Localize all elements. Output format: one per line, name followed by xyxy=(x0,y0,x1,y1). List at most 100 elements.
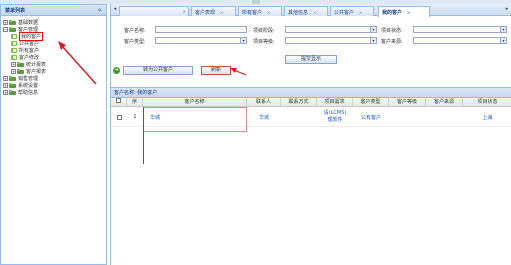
sidebar-title: 菜单列表 xyxy=(5,7,26,14)
tree-item-customer-edit[interactable]: 客户修改 xyxy=(1,54,106,61)
tab-label: 公共客户 xyxy=(334,10,355,16)
tab-close-icon[interactable]: × xyxy=(407,10,410,15)
expand-icon[interactable]: + xyxy=(11,62,16,67)
expand-icon[interactable]: + xyxy=(3,83,8,88)
column-header[interactable]: 项目需求 xyxy=(317,98,353,107)
customer-name-input[interactable] xyxy=(155,26,247,33)
tree-item-label: 公共客户 xyxy=(19,41,40,47)
dropdown-arrow-icon: ▾ xyxy=(370,38,376,43)
tree-item-sales-management[interactable]: + 销售管理 xyxy=(1,75,106,82)
sidebar-header: 菜单列表 « xyxy=(1,5,106,16)
tree-item-stat-reports[interactable]: + 统计报表 xyxy=(1,61,106,68)
tab-close-icon[interactable]: × xyxy=(359,10,362,15)
customer-source-select[interactable]: ▾ xyxy=(413,37,507,44)
refresh-button[interactable]: 刷新 xyxy=(201,66,231,75)
dropdown-arrow-icon: ▾ xyxy=(240,38,246,43)
column-header[interactable]: 客户名称 xyxy=(143,98,247,107)
column-header[interactable]: 客户类型 xyxy=(353,98,389,107)
customer-type-cell[interactable]: 公有客户 xyxy=(353,107,389,127)
tab-scroll-left-icon[interactable]: ◂ xyxy=(112,6,118,14)
expand-icon[interactable]: + xyxy=(3,90,8,95)
row-index: 1 xyxy=(133,114,137,120)
customer-level-cell xyxy=(389,107,426,127)
project-status-label: 项目状态: xyxy=(381,28,403,34)
dropdown-arrow-icon: ▾ xyxy=(500,27,506,32)
tree-item-label: 统计报表 xyxy=(26,62,47,68)
menu-tree: + 基础数据 − 客户管理 我的客户 公共客户 所有客户 客户修改 + 统计报表… xyxy=(1,16,106,96)
tab-other-info[interactable]: 其他信息 × xyxy=(284,6,328,16)
column-header[interactable]: 联系方式 xyxy=(281,98,317,107)
main-panel: ◂ × 客户表现 × 所有客户 × 其他信息 × 公共客户 × 我的客户 × ▸ 客户名称… xyxy=(110,4,511,265)
tree-item-label: 基础数据 xyxy=(18,20,39,26)
select-all-checkbox[interactable] xyxy=(116,98,121,103)
tree-item-customer-reports[interactable]: + 客户报表 xyxy=(1,68,106,75)
sidebar-collapse-icon[interactable]: « xyxy=(97,6,102,14)
tree-item-all-customers[interactable]: 所有客户 xyxy=(1,47,106,54)
tab-my-customers[interactable]: 我的客户 × xyxy=(378,6,430,17)
folder-icon xyxy=(9,27,16,32)
column-header[interactable]: 客户等级 xyxy=(389,98,426,107)
project-stage-select[interactable]: ▾ xyxy=(285,26,377,33)
customer-source-cell xyxy=(426,107,463,127)
folder-icon xyxy=(9,76,16,81)
tab-label: 所有客户 xyxy=(242,10,263,16)
tab-close-icon[interactable]: × xyxy=(267,10,270,15)
tree-item-basic-data[interactable]: + 基础数据 xyxy=(1,19,106,26)
project-stage-label: 项目阶段: xyxy=(253,28,275,34)
expand-icon[interactable]: + xyxy=(3,20,8,25)
tree-item-label: 客户修改 xyxy=(19,55,40,61)
tree-item-label: 所有客户 xyxy=(19,48,40,54)
project-status-cell[interactable]: 上海 xyxy=(463,107,511,127)
project-level-select[interactable]: ▾ xyxy=(285,37,377,44)
grid-title: 客户名称: 我的客户 xyxy=(111,88,511,98)
annotation-highlight-box xyxy=(143,107,247,132)
tab-blank[interactable]: × xyxy=(119,6,189,16)
customer-type-label: 客户类型: xyxy=(124,39,146,45)
expand-icon[interactable]: + xyxy=(11,69,16,74)
customer-type-select[interactable]: ▾ xyxy=(155,37,247,44)
contact-link[interactable]: 华城 xyxy=(247,107,281,127)
tab-close-icon[interactable]: × xyxy=(313,10,316,15)
collapse-icon[interactable]: − xyxy=(3,27,8,32)
row-checkbox[interactable] xyxy=(116,114,122,120)
folder-icon xyxy=(17,62,24,67)
tab-close-icon[interactable]: × xyxy=(220,10,223,15)
folder-icon xyxy=(9,90,16,95)
contact-method-cell xyxy=(281,107,317,127)
column-header[interactable]: 项目状态 xyxy=(463,98,511,107)
submit-button[interactable]: 提交显示 xyxy=(285,55,337,64)
expand-icon[interactable]: + xyxy=(3,76,8,81)
tab-scroll-right-icon[interactable]: ▸ xyxy=(504,6,510,14)
tab-label: 客户表现 xyxy=(195,10,216,16)
tree-item-system-settings[interactable]: + 系统设置 xyxy=(1,82,106,89)
project-status-select[interactable]: ▾ xyxy=(413,26,507,33)
tab-all-customers[interactable]: 所有客户 × xyxy=(238,6,282,16)
folder-icon xyxy=(17,69,24,74)
column-header[interactable]: 序 xyxy=(127,98,143,107)
tree-item-customer-management[interactable]: − 客户管理 xyxy=(1,26,106,33)
select-all-header[interactable] xyxy=(111,98,127,107)
page-icon xyxy=(11,55,17,60)
search-form: 客户名称: 项目阶段: ▾ 项目状态: ▾ 客户类型: ▾ 项目等级: ▾ 客户… xyxy=(111,17,511,87)
project-demand-line: 理软件 xyxy=(327,117,343,123)
project-level-label: 项目等级: xyxy=(253,39,275,45)
dropdown-arrow-icon: ▾ xyxy=(370,27,376,32)
customer-name-label: 客户名称: xyxy=(124,28,146,34)
tree-item-label: 帮助信息 xyxy=(18,90,39,96)
tree-item-label: 销售管理 xyxy=(18,76,39,82)
column-header[interactable]: 联系人 xyxy=(247,98,281,107)
tree-item-help[interactable]: + 帮助信息 xyxy=(1,89,106,96)
tree-item-public-customers[interactable]: 公共客户 xyxy=(1,40,106,47)
tab-customer-performance[interactable]: 客户表现 × xyxy=(191,6,236,16)
column-header[interactable]: 客户来源 xyxy=(426,98,463,107)
tree-item-my-customers[interactable]: 我的客户 xyxy=(1,32,106,41)
tab-close-icon[interactable]: × xyxy=(183,9,186,14)
row-checkbox-cell[interactable] xyxy=(111,107,127,127)
sidebar-panel: 菜单列表 « + 基础数据 − 客户管理 我的客户 公共客户 所有客户 客户修改 xyxy=(0,4,107,265)
folder-icon xyxy=(9,83,16,88)
project-demand-link[interactable]: 请(LCMS) 理软件 xyxy=(317,107,353,127)
annotation-line xyxy=(143,107,144,164)
tab-public-customers[interactable]: 公共客户 × xyxy=(330,6,374,16)
transfer-to-public-button[interactable]: 转为公共客户 xyxy=(123,66,193,75)
tree-item-label: 系统设置 xyxy=(18,83,39,89)
